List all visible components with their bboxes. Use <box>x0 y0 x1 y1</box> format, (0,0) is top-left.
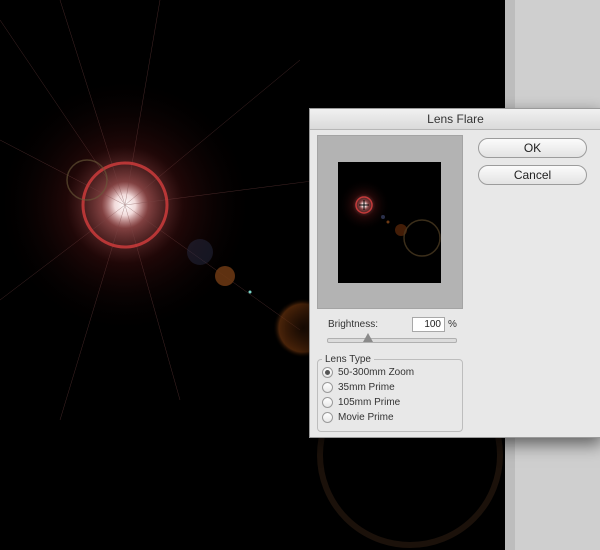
preview-image[interactable] <box>338 162 441 283</box>
radio-selected-icon[interactable] <box>322 367 333 378</box>
lens-option-105mm-prime[interactable]: 105mm Prime <box>322 397 400 408</box>
brightness-slider-thumb[interactable] <box>363 333 373 342</box>
lens-option-label: 50-300mm Zoom <box>338 367 415 379</box>
lens-option-35mm-prime[interactable]: 35mm Prime <box>322 382 395 393</box>
brightness-label: Brightness: <box>328 319 379 330</box>
brightness-input[interactable]: 100 <box>412 317 445 332</box>
radio-icon[interactable] <box>322 382 333 393</box>
lens-flare-dialog: Lens Flare OK Cancel Brightness: 100 % L… <box>309 108 600 438</box>
lens-option-label: Movie Prime <box>338 412 394 424</box>
preview-area <box>317 135 463 309</box>
radio-icon[interactable] <box>322 412 333 423</box>
brightness-unit: % <box>448 319 457 330</box>
lens-type-title: Lens Type <box>322 354 374 365</box>
brightness-slider-track[interactable] <box>327 338 457 343</box>
lens-option-50-300mm-zoom[interactable]: 50-300mm Zoom <box>322 367 414 378</box>
crosshair-icon[interactable] <box>359 200 369 210</box>
lens-option-label: 105mm Prime <box>338 397 401 409</box>
radio-icon[interactable] <box>322 397 333 408</box>
cancel-button[interactable]: Cancel <box>478 165 587 185</box>
lens-option-movie-prime[interactable]: Movie Prime <box>322 412 394 423</box>
dialog-title: Lens Flare <box>310 109 600 130</box>
ok-button[interactable]: OK <box>478 138 587 158</box>
lens-option-label: 35mm Prime <box>338 382 395 394</box>
